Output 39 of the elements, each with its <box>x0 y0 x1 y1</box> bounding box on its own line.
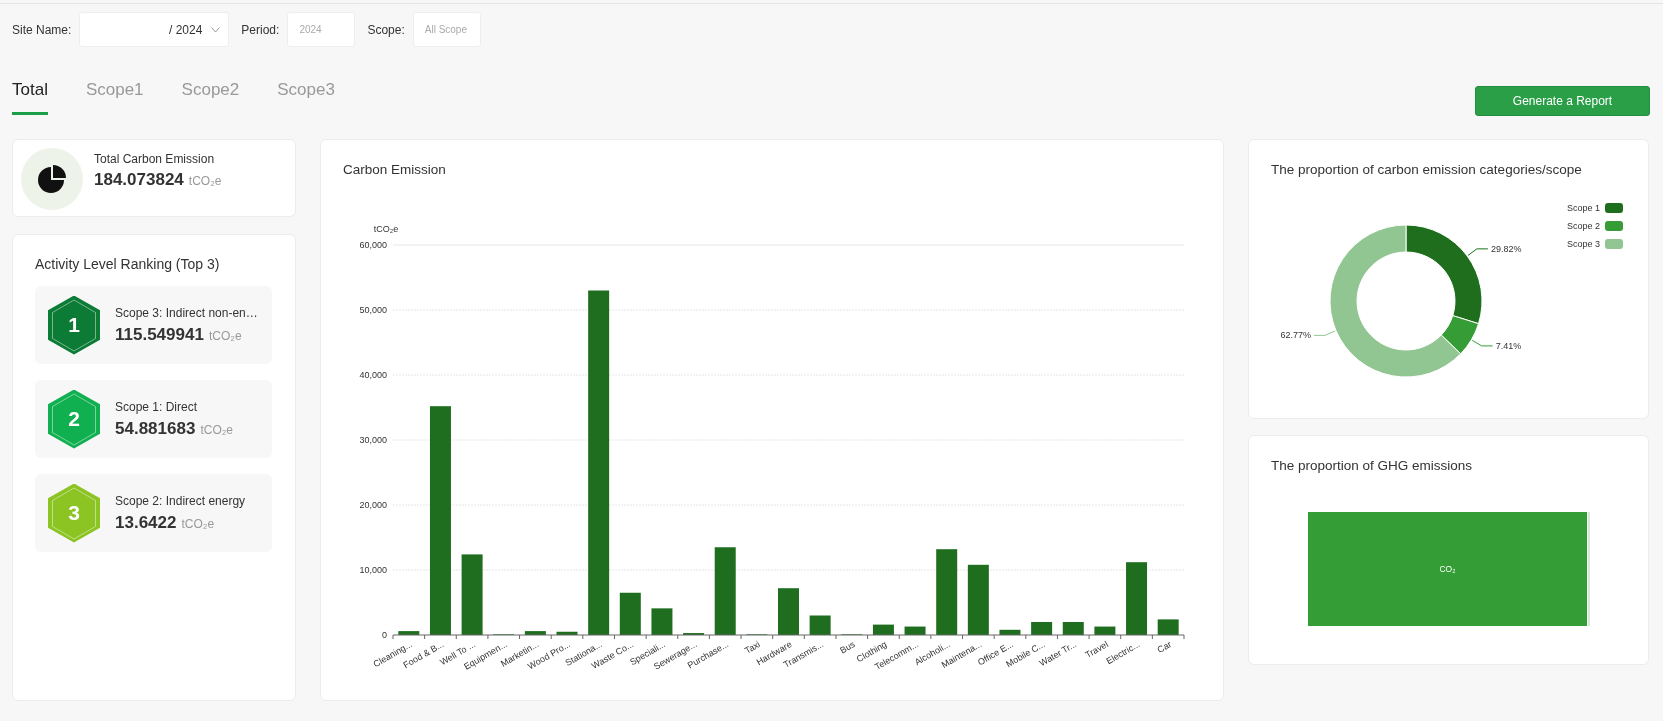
legend-label: Scope 2 <box>1566 221 1600 231</box>
chart-title: The proportion of carbon emission categories/scope <box>1271 162 1583 178</box>
ranking-title: Scope 2: Indirect energy <box>115 492 246 509</box>
percentage-label: 62.77% <box>1280 330 1311 341</box>
percentage-label: 29.82% <box>1490 243 1522 254</box>
axis-tick-label: 50,000 <box>359 305 387 315</box>
axis-category-label: Bus <box>838 639 857 656</box>
ranking-title: Scope 3: Indirect non-en… <box>115 304 258 321</box>
rank-badge: 3 <box>48 483 100 543</box>
ranking-title: Scope 1: Direct <box>115 398 199 415</box>
emission-unit: tCO₂e <box>208 328 242 343</box>
rank-badge: 1 <box>48 295 100 355</box>
chart-title: The proportion of GHG emissions <box>1271 458 1474 474</box>
treemap-tile: CO₂ <box>1308 512 1587 626</box>
rank-badge: 2 <box>48 389 100 449</box>
axis-tick-label: 20,000 <box>359 500 387 510</box>
axis-category-label: Car <box>1155 639 1174 655</box>
axis-unit-label: tCO₂e <box>373 224 399 234</box>
emission-unit: tCO₂e <box>200 422 234 437</box>
card-title: Total Carbon Emission <box>94 151 216 167</box>
emission-value: 184.073824 <box>94 169 184 191</box>
emission-value: 13.6422 <box>115 511 177 534</box>
chart-title: Carbon Emission <box>343 162 447 178</box>
field-label: Site Name: <box>12 22 72 37</box>
axis-tick-label: 0 <box>382 630 387 640</box>
field-label: Scope: <box>367 22 405 37</box>
emission-value: 54.881683 <box>115 417 196 440</box>
card-title: Activity Level Ranking (Top 3) <box>35 255 221 273</box>
axis-tick-label: 40,000 <box>359 370 387 380</box>
axis-tick-label: 60,000 <box>359 240 387 250</box>
emission-unit: tCO₂e <box>181 516 215 531</box>
field-label: Period: <box>241 22 280 37</box>
emission-value: 115.549941 <box>115 323 204 346</box>
legend-label: Scope 3 <box>1566 239 1600 249</box>
axis-tick-label: 30,000 <box>359 435 387 445</box>
emission-unit: tCO₂e <box>188 174 222 188</box>
legend-label: Scope 1 <box>1566 203 1600 213</box>
axis-tick-label: 10,000 <box>359 565 387 575</box>
percentage-label: 7.41% <box>1495 340 1522 351</box>
